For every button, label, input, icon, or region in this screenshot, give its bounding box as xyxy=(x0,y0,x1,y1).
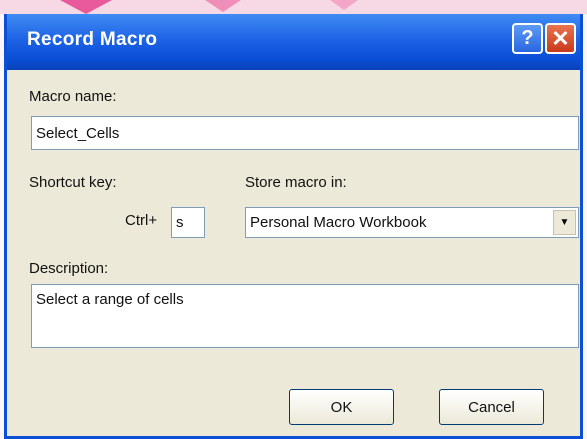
macro-name-label: Macro name: xyxy=(29,88,117,105)
dropdown-arrow-icon[interactable]: ▼ xyxy=(553,210,576,235)
description-value: Select a range of cells xyxy=(36,291,184,308)
watermark-shape xyxy=(330,0,358,10)
shortcut-key-value: s xyxy=(176,214,184,231)
title-bar[interactable]: Record Macro ? ✕ xyxy=(7,14,580,70)
record-macro-dialog: Record Macro ? ✕ Macro name: Select_Cell… xyxy=(4,14,583,439)
store-macro-label: Store macro in: xyxy=(245,174,347,191)
dialog-title: Record Macro xyxy=(27,29,158,50)
description-textarea[interactable]: Select a range of cells xyxy=(31,284,579,348)
close-icon: ✕ xyxy=(551,25,570,51)
macro-name-value: Select_Cells xyxy=(36,124,120,142)
ctrl-prefix-label: Ctrl+ xyxy=(125,212,158,229)
close-button[interactable]: ✕ xyxy=(545,23,576,54)
cancel-button[interactable]: Cancel xyxy=(439,389,544,425)
store-macro-value: Personal Macro Workbook xyxy=(250,214,427,231)
shortcut-key-input[interactable]: s xyxy=(171,207,205,238)
watermark-shape xyxy=(60,0,112,14)
ok-button[interactable]: OK xyxy=(289,389,394,425)
store-macro-select[interactable]: Personal Macro Workbook ▼ xyxy=(245,207,579,238)
description-label: Description: xyxy=(29,260,109,277)
macro-name-input[interactable]: Select_Cells xyxy=(31,116,579,150)
help-icon: ? xyxy=(521,27,534,49)
shortcut-key-label: Shortcut key: xyxy=(29,174,117,191)
help-button[interactable]: ? xyxy=(512,23,543,54)
chevron-down-icon: ▼ xyxy=(559,217,570,228)
watermark-shape xyxy=(205,0,241,12)
